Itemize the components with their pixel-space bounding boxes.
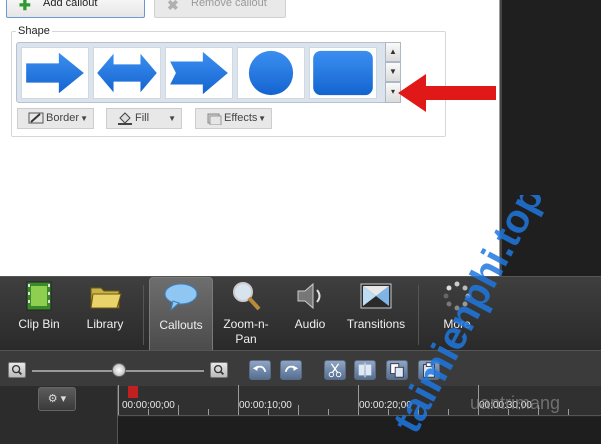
ruler-tick (178, 405, 179, 415)
ruler-tick (448, 409, 449, 415)
fill-dropdown[interactable]: Fill ▼ (106, 108, 182, 129)
undo-icon (252, 365, 267, 373)
zoom-in-magnifier-icon (213, 364, 224, 375)
paste-button[interactable] (418, 360, 440, 380)
add-plus-icon: ✚ (19, 0, 31, 13)
ruler-tick (208, 409, 209, 415)
ruler-tick (298, 405, 299, 415)
time-label: 00:00:00;00 (122, 400, 175, 411)
copy-button[interactable] (386, 360, 408, 380)
shape-tile-rounded-rect[interactable] (309, 47, 377, 99)
tab-library-label: Library (86, 317, 124, 331)
tab-audio-label: Audio (294, 317, 326, 331)
ruler-tick (568, 409, 569, 415)
tab-transitions[interactable]: Transitions (340, 277, 412, 351)
undo-button[interactable] (249, 360, 271, 380)
ruler-tick (328, 409, 329, 415)
border-dropdown[interactable]: Border ▼ (17, 108, 94, 129)
notched-arrow-shape-icon (170, 51, 228, 95)
tab-zoom-n-pan[interactable]: Zoom-n- Pan (214, 277, 278, 351)
time-label: 00:00:30;00 (479, 400, 532, 411)
remove-callout-label: Remove callout (191, 0, 267, 9)
gear-icon: ⚙ ▾ (47, 393, 67, 405)
tab-callouts-label: Callouts (159, 318, 203, 332)
task-tab-bar: Clip Bin Library Callouts Zoom-n- Pan Au… (0, 276, 601, 351)
tab-callouts[interactable]: Callouts (149, 277, 213, 351)
shape-gallery (16, 42, 401, 103)
ruler-tick (538, 405, 539, 415)
paste-icon (423, 362, 435, 378)
tab-more[interactable]: More (424, 277, 490, 351)
effects-dropdown[interactable]: Effects ▼ (195, 108, 272, 129)
shape-tile-arrow-right[interactable] (21, 47, 89, 99)
speaker-icon (297, 282, 321, 310)
split-button[interactable] (354, 360, 376, 380)
tab-library[interactable]: Library (72, 277, 138, 351)
redo-icon (284, 365, 299, 373)
zoom-out-button[interactable] (8, 362, 26, 378)
folder-icon (90, 287, 122, 309)
tab-clip-bin[interactable]: Clip Bin (6, 277, 72, 351)
border-label: Border (46, 112, 80, 124)
timeline-toolbar (0, 350, 601, 386)
time-label: 00:00:10;00 (239, 400, 292, 411)
fill-label: Fill (135, 112, 150, 124)
tab-separator (418, 285, 419, 345)
split-icon (358, 362, 372, 378)
ruler-tick (118, 385, 119, 415)
border-chevron-icon: ▼ (80, 114, 88, 123)
redo-button[interactable] (280, 360, 302, 380)
timeline-ruler[interactable]: 00:00:00;00 00:00:10;00 00:00:20;00 00:0… (118, 385, 601, 416)
remove-callout-button[interactable]: ✖ Remove callout (154, 0, 286, 18)
scissors-icon (328, 363, 342, 378)
zoom-in-button[interactable] (210, 362, 228, 378)
fill-bucket-icon (118, 112, 132, 125)
camtasia-window: ✚ Add callout ✖ Remove callout Shape ▲ ▼… (0, 0, 601, 444)
remove-x-icon: ✖ (167, 0, 179, 13)
shape-tile-arrow-both[interactable] (93, 47, 161, 99)
fill-chevron-icon: ▼ (168, 114, 176, 123)
border-pen-icon (28, 112, 44, 124)
gallery-scroll-up-button[interactable]: ▲ (385, 42, 401, 62)
preview-canvas (500, 0, 601, 276)
tab-zoom-n-pan-label: Zoom-n- Pan (223, 317, 269, 346)
more-dots-icon (443, 281, 471, 311)
tab-audio[interactable]: Audio (280, 277, 340, 351)
rounded-rect-shape-icon (313, 50, 373, 96)
speech-bubble-icon (164, 283, 198, 312)
effects-icon (207, 113, 222, 125)
film-strip-icon (26, 281, 52, 311)
effects-label: Effects (224, 112, 258, 124)
shape-group-label: Shape (16, 25, 52, 37)
tab-clip-bin-label: Clip Bin (18, 317, 60, 331)
track-area[interactable] (118, 417, 601, 444)
circle-shape-icon (248, 50, 294, 96)
time-label: 00:00:20;00 (359, 400, 412, 411)
magnifier-icon (233, 282, 261, 311)
cut-button[interactable] (324, 360, 346, 380)
tab-more-label: More (443, 317, 471, 331)
add-callout-label: Add callout (43, 0, 98, 9)
tab-transitions-label: Transitions (346, 317, 406, 331)
red-annotation-arrow-icon (398, 74, 496, 112)
add-callout-button[interactable]: ✚ Add callout (6, 0, 145, 18)
double-arrow-shape-icon (97, 53, 157, 93)
zoom-slider-knob[interactable] (112, 363, 126, 377)
playhead-marker[interactable] (128, 386, 138, 398)
callouts-task-panel: ✚ Add callout ✖ Remove callout Shape ▲ ▼… (0, 0, 500, 276)
timeline-settings-button[interactable]: ⚙ ▾ (38, 387, 76, 411)
shape-tile-arrow-notched[interactable] (165, 47, 233, 99)
transition-icon (360, 283, 392, 309)
effects-chevron-icon: ▼ (258, 114, 266, 123)
copy-icon (390, 363, 404, 378)
shape-tile-circle[interactable] (237, 47, 305, 99)
ruler-tick (418, 405, 419, 415)
arrow-right-shape-icon (26, 52, 84, 94)
zoom-out-magnifier-icon (11, 364, 22, 375)
tab-separator (143, 285, 144, 345)
preview-area (500, 0, 601, 276)
